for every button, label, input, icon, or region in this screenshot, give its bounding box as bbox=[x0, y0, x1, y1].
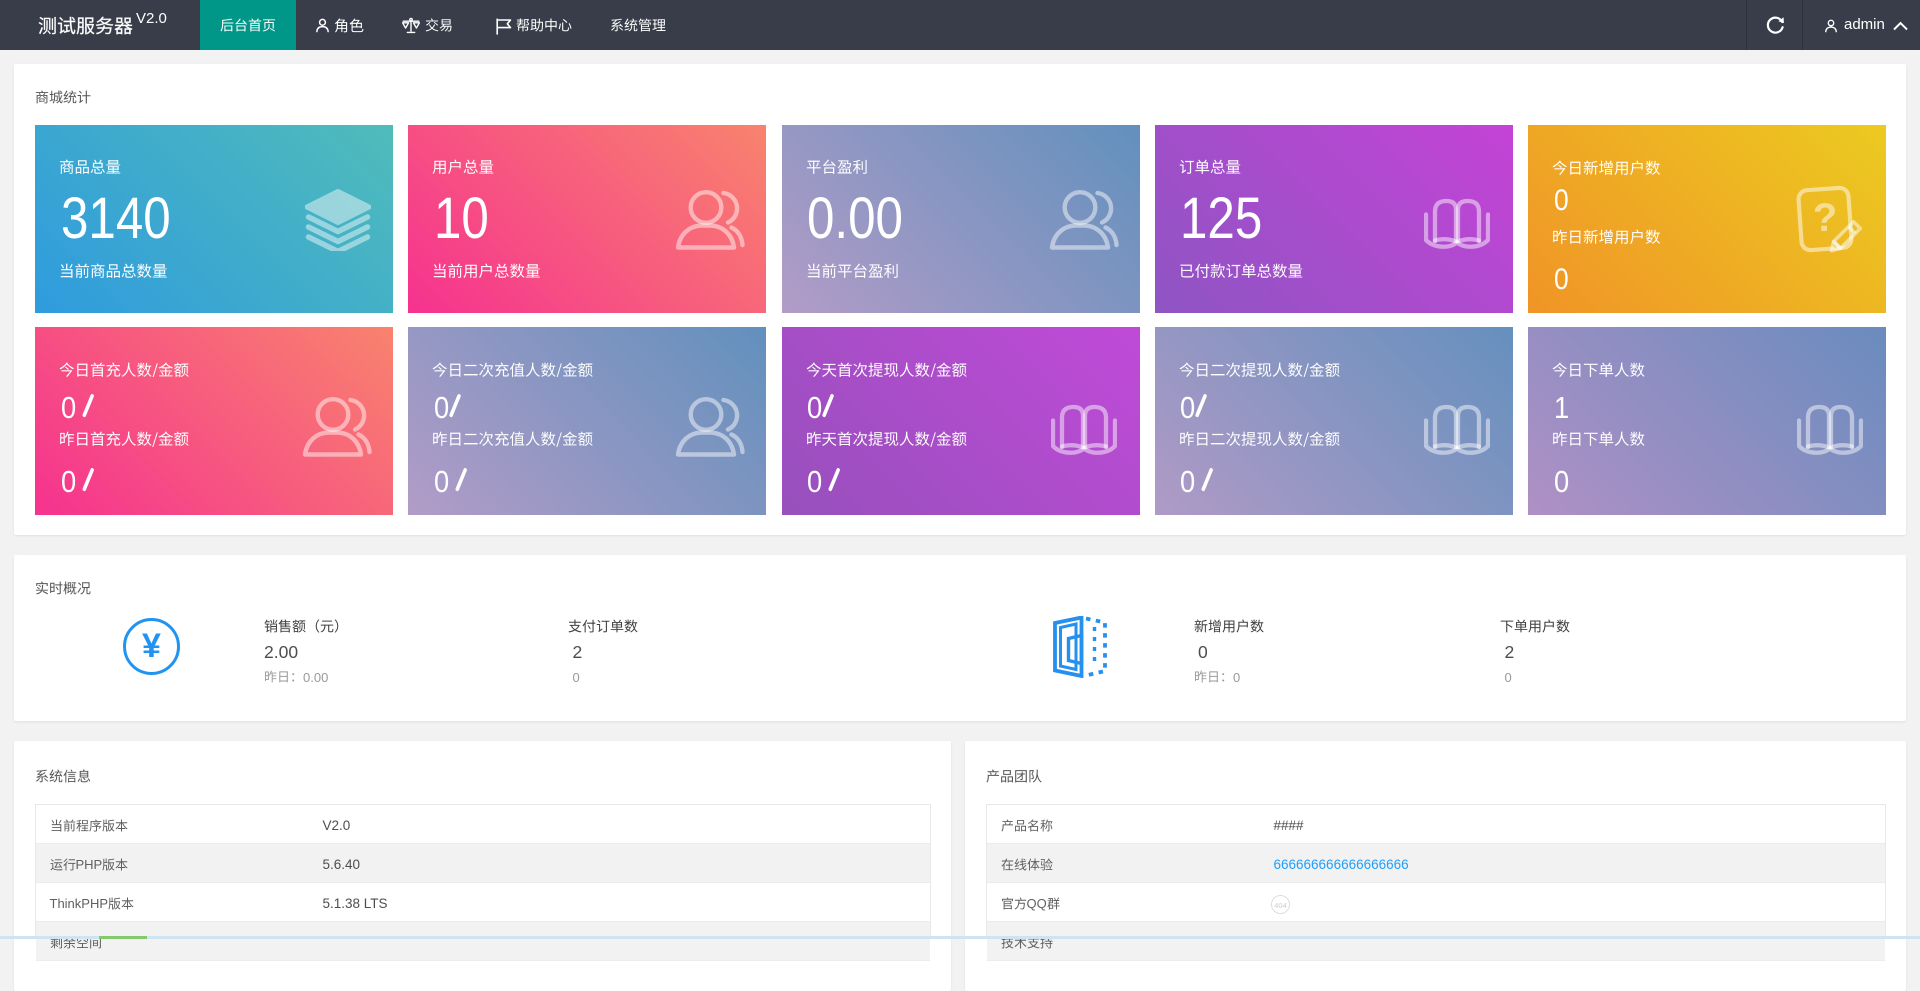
svg-text:?: ? bbox=[1813, 196, 1837, 240]
